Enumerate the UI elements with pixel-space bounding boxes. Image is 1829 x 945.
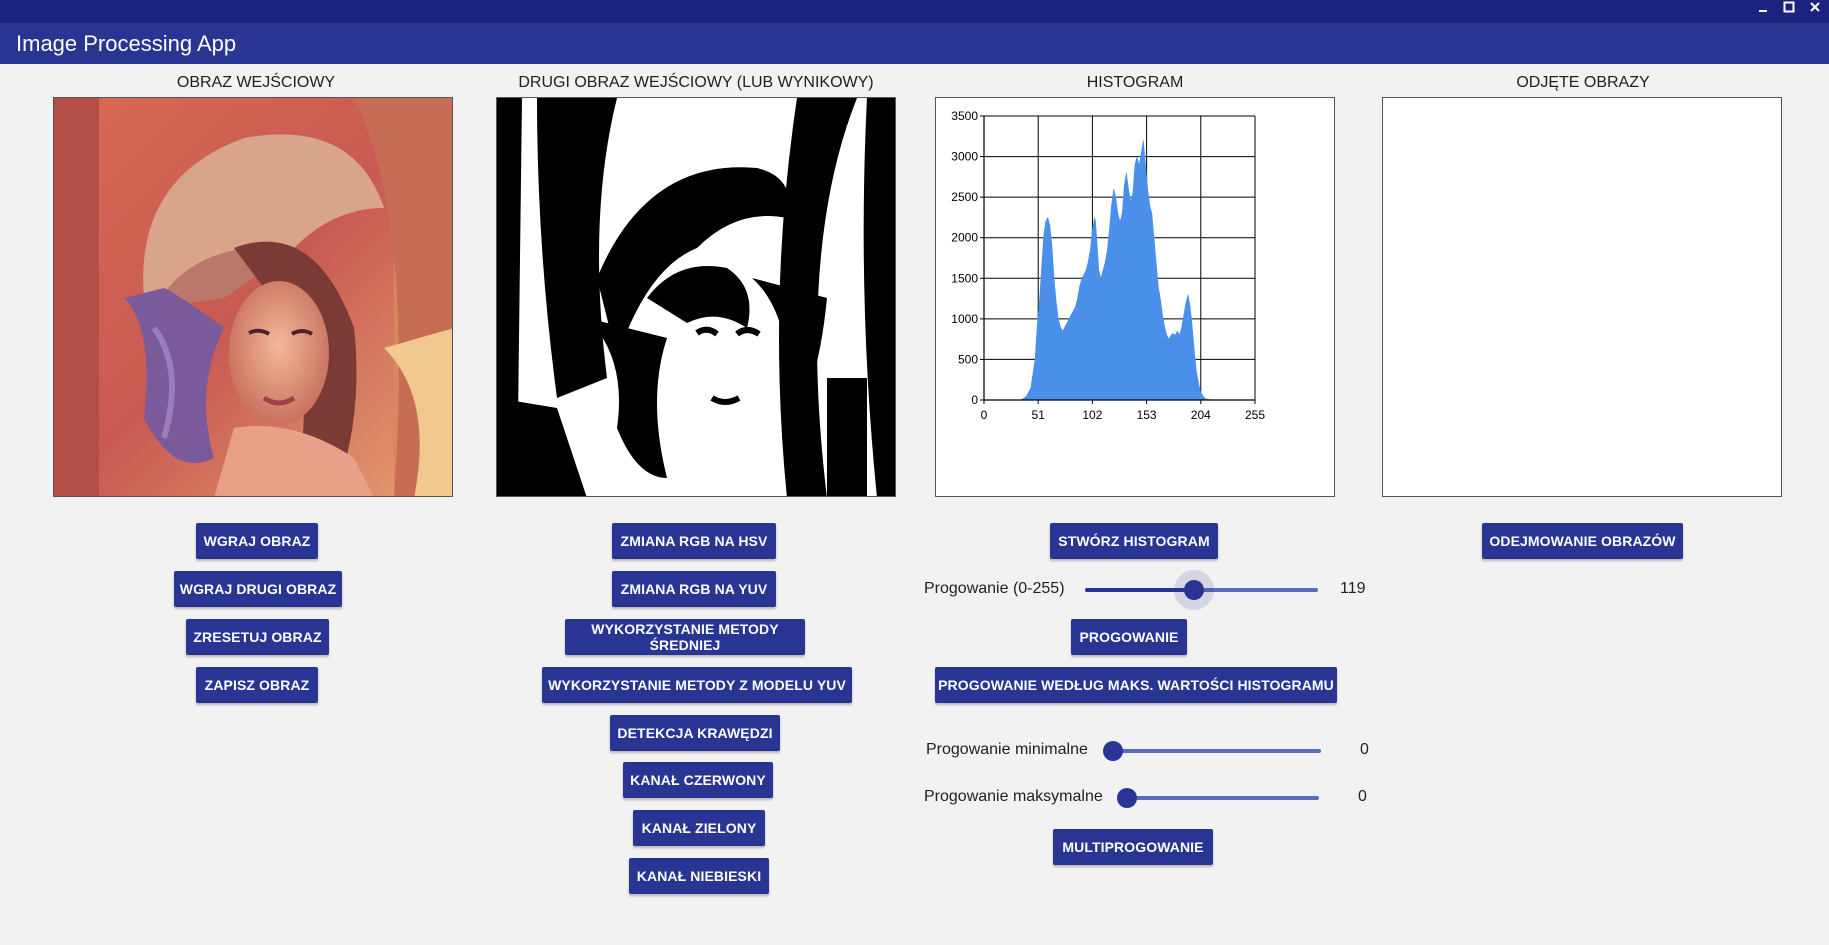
y-tick-label: 3000 xyxy=(951,150,978,164)
subtract-images-button[interactable]: ODEJMOWANIE OBRAZÓW xyxy=(1482,523,1683,559)
threshold-slider-label: Progowanie (0-255) xyxy=(924,580,1065,597)
threshold-button[interactable]: PROGOWANIE xyxy=(1071,619,1187,655)
reset-image-button[interactable]: ZRESETUJ OBRAZ xyxy=(186,619,329,655)
min-threshold-label: Progowanie minimalne xyxy=(926,741,1088,758)
x-tick-label: 0 xyxy=(981,408,988,422)
input-image xyxy=(53,97,453,497)
second-image-label: DRUGI OBRAZ WEJŚCIOWY (LUB WYNIKOWY) xyxy=(518,74,874,91)
red-channel-button[interactable]: KANAŁ CZERWONY xyxy=(623,762,773,798)
edge-detection-button[interactable]: DETEKCJA KRAWĘDZI xyxy=(610,715,780,751)
subtracted-image xyxy=(1382,97,1782,497)
max-threshold-slider[interactable] xyxy=(1117,788,1319,808)
create-histogram-button[interactable]: STWÓRZ HISTOGRAM xyxy=(1050,523,1218,559)
x-tick-label: 102 xyxy=(1082,408,1102,422)
histogram-x-ticks: 0 51 102 153 204 255 xyxy=(981,400,1265,422)
load-image-button[interactable]: WGRAJ OBRAZ xyxy=(196,523,318,559)
second-image xyxy=(496,97,896,497)
x-tick-label: 255 xyxy=(1245,408,1265,422)
threshold-slider[interactable] xyxy=(1085,570,1318,610)
histogram-area xyxy=(1021,140,1234,401)
threshold-slider-thumb[interactable] xyxy=(1183,580,1204,600)
yuv-method-button[interactable]: WYKORZYSTANIE METODY Z MODELU YUV xyxy=(542,667,852,703)
rgb-to-hsv-button[interactable]: ZMIANA RGB NA HSV xyxy=(612,523,776,559)
x-tick-label: 204 xyxy=(1191,408,1211,422)
maximize-icon[interactable] xyxy=(1780,1,1797,13)
x-tick-label: 51 xyxy=(1032,408,1046,422)
load-second-image-button[interactable]: WGRAJ DRUGI OBRAZ xyxy=(174,571,342,607)
minimize-icon[interactable] xyxy=(1754,1,1771,13)
max-threshold-value: 0 xyxy=(1358,788,1367,805)
max-threshold-label: Progowanie maksymalne xyxy=(924,788,1103,805)
y-tick-label: 1500 xyxy=(951,271,978,285)
y-tick-label: 2500 xyxy=(951,190,978,204)
close-icon[interactable] xyxy=(1806,1,1823,13)
threshold-max-histogram-button[interactable]: PROGOWANIE WEDŁUG MAKS. WARTOŚCI HISTOGR… xyxy=(935,667,1337,703)
average-method-button[interactable]: WYKORZYSTANIE METODY ŚREDNIEJ xyxy=(565,619,805,655)
subtracted-images-label: ODJĘTE OBRAZY xyxy=(1516,74,1650,91)
histogram-label: HISTOGRAM xyxy=(1086,74,1184,91)
input-image-label: OBRAZ WEJŚCIOWY xyxy=(176,74,336,91)
histogram-series-area xyxy=(1021,140,1234,401)
y-tick-label: 1000 xyxy=(951,312,978,326)
x-tick-label: 153 xyxy=(1137,408,1157,422)
green-channel-button[interactable]: KANAŁ ZIELONY xyxy=(633,810,765,846)
histogram-svg: 0 500 1000 1500 2000 2500 3000 3500 0 51 102 153 20… xyxy=(951,109,1265,422)
blue-channel-button[interactable]: KANAŁ NIEBIESKI xyxy=(629,858,769,894)
window-chrome-bar xyxy=(0,0,1829,23)
threshold-value: 119 xyxy=(1340,580,1366,597)
y-tick-label: 0 xyxy=(971,393,978,407)
save-image-button[interactable]: ZAPISZ OBRAZ xyxy=(196,667,318,703)
y-tick-label: 2000 xyxy=(951,231,978,245)
min-threshold-value: 0 xyxy=(1360,741,1369,758)
multithreshold-button[interactable]: MULTIPROGOWANIE xyxy=(1053,829,1213,865)
min-threshold-slider-thumb[interactable] xyxy=(1103,741,1123,761)
histogram-chart: 0 500 1000 1500 2000 2500 3000 3500 0 51 102 153 20… xyxy=(935,97,1335,497)
histogram-y-ticks: 0 500 1000 1500 2000 2500 3000 3500 xyxy=(951,109,984,407)
min-threshold-slider[interactable] xyxy=(1103,741,1321,761)
y-tick-label: 3500 xyxy=(951,109,978,123)
max-threshold-slider-thumb[interactable] xyxy=(1117,788,1137,808)
y-tick-label: 500 xyxy=(958,352,978,366)
rgb-to-yuv-button[interactable]: ZMIANA RGB NA YUV xyxy=(612,571,776,607)
app-title: Image Processing App xyxy=(0,23,1829,64)
